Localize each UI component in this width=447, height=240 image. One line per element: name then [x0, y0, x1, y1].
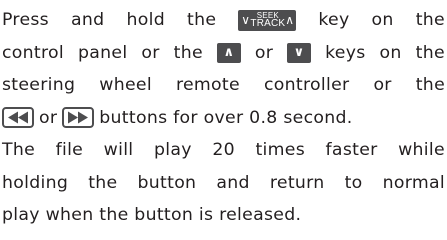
word: key — [318, 10, 350, 30]
word: on — [379, 42, 402, 63]
chevron-up-icon: ∧ — [285, 13, 295, 28]
track-label: TRACK — [250, 18, 286, 30]
fast-forward-button-icon — [62, 107, 95, 129]
word: remote — [175, 75, 240, 95]
word: on — [371, 10, 394, 30]
word: keys — [325, 42, 366, 63]
word: the — [187, 10, 217, 30]
text-run: buttons for over 0.8 second. — [99, 107, 353, 128]
up-arrow-key-icon: ∧ — [216, 42, 241, 63]
text-line-7: play when the button is released. — [2, 199, 445, 232]
word: controller — [263, 75, 350, 95]
word: normal — [382, 172, 445, 193]
text-line-4: or buttons for over 0.8 second. — [2, 102, 445, 135]
word: return — [269, 172, 325, 193]
text-line-2: control panel or the ∧ or ∨ keys on the — [2, 37, 445, 70]
text-run: play when the button is released. — [2, 205, 302, 225]
word: hold — [126, 10, 165, 30]
word: 20 — [212, 140, 235, 160]
word: the — [173, 42, 203, 63]
chevron-down-icon: ∨ — [241, 13, 251, 28]
fast-forward-icon — [68, 111, 89, 124]
text-line-1: Press and hold the ∨ SEEK TRACK ∧ key on… — [2, 4, 445, 37]
word: the — [415, 75, 445, 95]
word: panel — [77, 42, 128, 63]
word: file — [55, 140, 84, 160]
seek-track-key-icon: ∨ SEEK TRACK ∧ — [238, 9, 297, 31]
rewind-button-icon — [2, 107, 34, 129]
text-line-3: steering wheel remote controller or the — [2, 69, 445, 102]
word: faster — [325, 140, 378, 160]
word: to — [344, 172, 363, 193]
word: will — [103, 140, 134, 160]
word: and — [71, 10, 105, 30]
word: Press — [2, 10, 49, 30]
word: The — [2, 140, 36, 160]
word: play — [153, 140, 192, 160]
word: holding — [2, 172, 69, 193]
word: or — [141, 42, 160, 63]
instruction-paragraph: Press and hold the ∨ SEEK TRACK ∧ key on… — [2, 4, 445, 232]
word: the — [415, 10, 445, 30]
word: or — [39, 107, 58, 128]
word: or — [373, 75, 392, 95]
seek-track-label: SEEK TRACK — [250, 11, 286, 30]
word: control — [2, 42, 65, 63]
word: button — [137, 172, 197, 193]
word: while — [398, 140, 445, 160]
text-line-5: The file will play 20 times faster while — [2, 134, 445, 167]
word: and — [216, 172, 250, 193]
word: the — [415, 42, 445, 63]
word: the — [88, 172, 118, 193]
word: times — [255, 140, 305, 160]
down-arrow-key-icon: ∨ — [287, 42, 312, 63]
rewind-icon — [8, 111, 28, 124]
word: steering — [2, 75, 76, 95]
word: or — [254, 42, 274, 63]
word: wheel — [99, 75, 152, 95]
text-line-6: holding the button and return to normal — [2, 167, 445, 200]
